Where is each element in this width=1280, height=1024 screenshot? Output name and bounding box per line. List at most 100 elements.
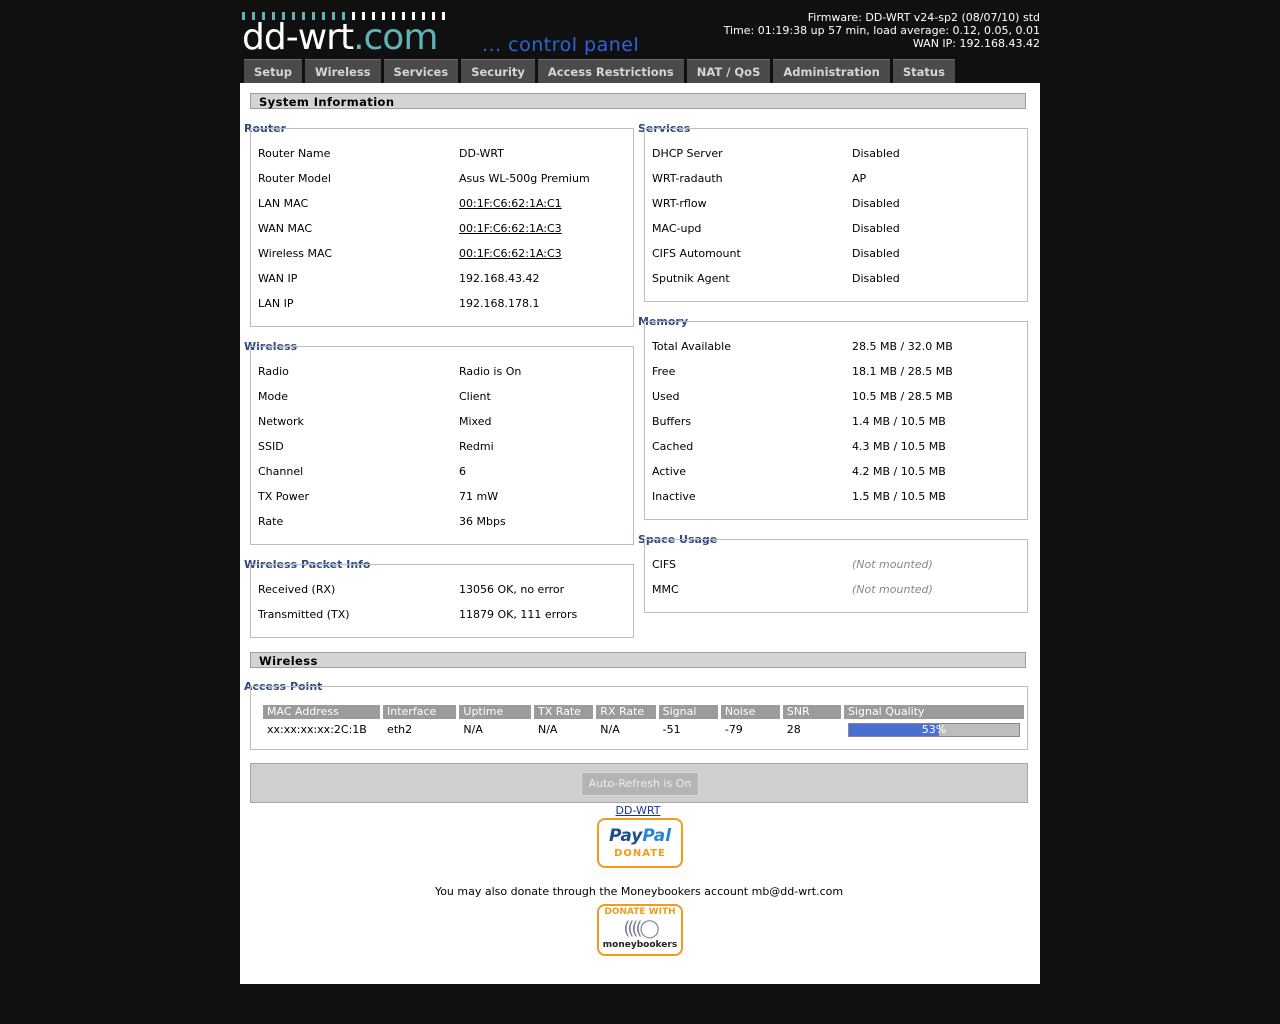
tab-setup[interactable]: Setup [244,59,302,83]
cell-tx-rate: N/A [532,719,597,741]
logo-control-panel: ... control panel [482,34,640,56]
info-value: 4.3 MB / 10.5 MB [852,440,946,453]
info-label: Wireless MAC [258,247,333,260]
paypal-donate-label: DONATE [614,848,666,859]
info-label: Channel [258,465,304,478]
info-label: WAN IP [258,272,298,285]
info-row-wireless-mac: Wireless MAC 00:1F:C6:62:1A:C3 [251,241,633,266]
tab-access-restrictions[interactable]: Access Restrictions [537,59,684,83]
tab-administration[interactable]: Administration [773,59,890,83]
paypal-donate-button[interactable]: PayPal DONATE [597,818,683,868]
info-value: 71 mW [459,490,499,503]
info-row-tx-power: TX Power 71 mW [251,484,633,509]
auto-refresh-button[interactable]: Auto-Refresh is On [581,772,699,796]
col-uptime[interactable]: Uptime [457,705,534,719]
info-row-buffers: Buffers 1.4 MB / 10.5 MB [645,409,1027,434]
info-label: CIFS Automount [652,247,741,260]
col-rx-rate[interactable]: RX Rate [594,705,659,719]
header: dd-wrt.com ... control panel Firmware: D… [240,0,1040,83]
cell-noise: -79 [719,719,783,741]
info-value: 36 Mbps [459,515,506,528]
info-row-inactive: Inactive 1.5 MB / 10.5 MB [645,484,1027,509]
info-row-wan-mac: WAN MAC 00:1F:C6:62:1A:C3 [251,216,633,241]
info-label: WAN MAC [258,222,313,235]
info-value: 1.5 MB / 10.5 MB [852,490,946,503]
info-value: (Not mounted) [852,583,933,596]
info-value[interactable]: 00:1F:C6:62:1A:C3 [459,241,562,266]
info-value: 192.168.178.1 [459,297,540,310]
info-row-wrt-radauth: WRT-radauth AP [645,166,1027,191]
info-label: Received (RX) [258,583,336,596]
info-row-mode: Mode Client [251,384,633,409]
tab-nat-qos[interactable]: NAT / QoS [686,59,771,83]
info-row-mac-upd: MAC-upd Disabled [645,216,1027,241]
refresh-bar: Auto-Refresh is On [250,763,1028,803]
col-tx-rate[interactable]: TX Rate [532,705,597,719]
col-mac-address[interactable]: MAC Address [263,705,384,719]
info-row-radio: Radio Radio is On [251,359,633,384]
table-row: xx:xx:xx:xx:2C:1B eth2 N/A N/A N/A -51 -… [263,719,1028,741]
info-label: Cached [652,440,694,453]
cell-interface: eth2 [381,719,460,741]
info-label: CIFS [652,558,677,571]
signal-quality-bar: 53% [847,723,1020,737]
cell-signal-quality: 53% [842,719,1028,741]
access-point-table: MAC Address Interface Uptime TX Rate RX … [263,705,1028,741]
tab-services[interactable]: Services [383,59,459,83]
col-interface[interactable]: Interface [381,705,460,719]
info-value[interactable]: 00:1F:C6:62:1A:C1 [459,191,562,216]
info-row-ssid: SSID Redmi [251,434,633,459]
tab-security[interactable]: Security [461,59,535,83]
info-value: 28.5 MB / 32.0 MB [852,340,953,353]
memory-fieldset: Total Available 28.5 MB / 32.0 MB Free 18.1… [644,321,1028,520]
firmware-info: Firmware: DD-WRT v24-sp2 (08/07/10) std … [724,11,1040,50]
moneybookers-donate-button[interactable]: DONATE WITH ((((◯ moneybookers [597,904,683,956]
info-value: AP [852,172,867,185]
info-label: Router Name [258,147,331,160]
info-label: LAN MAC [258,197,309,210]
info-value[interactable]: 00:1F:C6:62:1A:C3 [459,216,562,241]
info-value: 13056 OK, no error [459,583,565,596]
tab-wireless[interactable]: Wireless [305,59,381,83]
info-row-active: Active 4.2 MB / 10.5 MB [645,459,1027,484]
info-value: 10.5 MB / 28.5 MB [852,390,953,403]
info-label: Rate [258,515,284,528]
info-value: (Not mounted) [852,558,933,571]
moneybookers-bottom-label: moneybookers [602,940,678,950]
cell-mac: xx:xx:xx:xx:2C:1B [263,719,384,741]
cell-snr: 28 [781,719,844,741]
info-label: MAC-upd [652,222,702,235]
info-label: Active [652,465,687,478]
info-row-wrt-rflow: WRT-rflow Disabled [645,191,1027,216]
col-noise[interactable]: Noise [719,705,783,719]
info-value: Disabled [852,247,900,260]
info-row-router-name: Router Name DD-WRT [251,141,633,166]
info-row-free: Free 18.1 MB / 28.5 MB [645,359,1027,384]
info-label: Free [652,365,676,378]
cell-signal: -51 [657,719,721,741]
info-value: 1.4 MB / 10.5 MB [852,415,946,428]
info-row-lan-mac: LAN MAC 00:1F:C6:62:1A:C1 [251,191,633,216]
info-label: WRT-rflow [652,197,707,210]
info-row-channel: Channel 6 [251,459,633,484]
info-label: Router Model [258,172,331,185]
logo-wordmark: dd-wrt.com [242,17,438,58]
signal-quality-text: 53% [921,723,947,736]
info-label: TX Power [258,490,310,503]
moneybookers-top-label: DONATE WITH [604,907,676,917]
info-label: LAN IP [258,297,294,310]
info-label: Radio [258,365,289,378]
col-signal[interactable]: Signal [657,705,721,719]
info-row-sputnik-agent: Sputnik Agent Disabled [645,266,1027,291]
info-row-wan-ip: WAN IP 192.168.43.42 [251,266,633,291]
uptime-info: Time: 01:19:38 up 57 min, load average: … [723,24,1040,37]
col-snr[interactable]: SNR [781,705,844,719]
info-value: Asus WL-500g Premium [459,172,590,185]
tab-status[interactable]: Status [892,59,955,83]
ddwrt-link[interactable]: DD-WRT [240,804,1036,817]
services-fieldset: DHCP Server Disabled WRT-radauth AP WRT-rflo… [644,128,1028,302]
info-label: Used [652,390,680,403]
ddwrt-logo[interactable]: dd-wrt.com ... control panel [242,12,682,58]
info-label: Network [258,415,304,428]
col-signal-quality[interactable]: Signal Quality [842,705,1028,719]
